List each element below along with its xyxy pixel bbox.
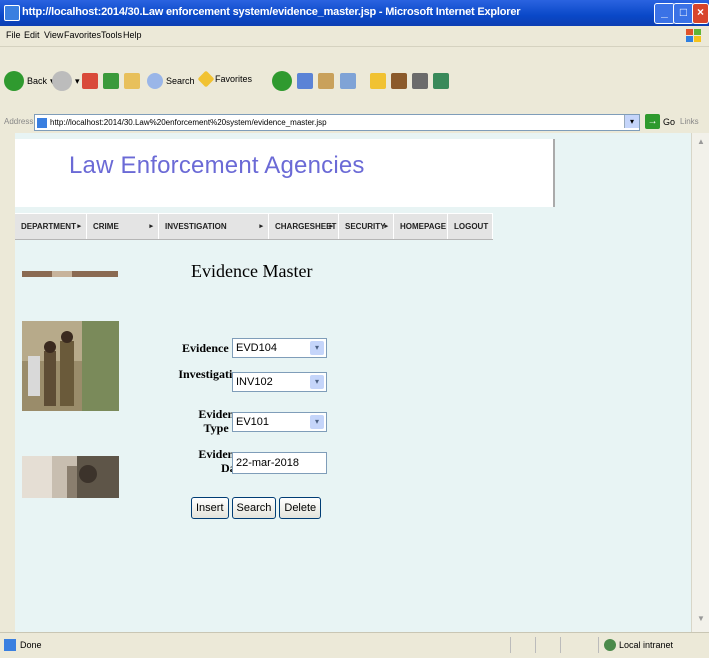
discuss-icon[interactable] <box>433 73 449 89</box>
home-icon[interactable] <box>124 73 140 89</box>
status-divider <box>510 637 511 653</box>
maximize-button[interactable]: □ <box>673 3 694 24</box>
police-officers-image <box>22 321 119 411</box>
evidence-type-select[interactable]: EV101 ▾ <box>232 412 327 432</box>
menu-view[interactable]: View <box>44 30 63 40</box>
menu-help[interactable]: Help <box>123 30 142 40</box>
menu-favorites[interactable]: Favorites <box>64 30 101 40</box>
local-intranet-icon <box>604 639 616 651</box>
nav-arrow-icon: ▸ <box>77 223 81 230</box>
menu-edit[interactable]: Edit <box>24 30 40 40</box>
print-icon[interactable] <box>318 73 334 89</box>
back-button[interactable]: Back▾ <box>4 71 55 91</box>
search-button[interactable]: Search <box>147 73 195 89</box>
nav-arrow-icon: ▸ <box>149 223 153 230</box>
favorites-button[interactable]: Favorites <box>197 70 252 88</box>
search-icon <box>147 73 163 89</box>
favorites-star-icon <box>197 70 215 88</box>
title-bar: http://localhost:2014/30.Law enforcement… <box>0 0 709 26</box>
mail-icon[interactable] <box>297 73 313 89</box>
close-button[interactable]: × <box>692 3 709 24</box>
nav-crime[interactable]: CRIME ▸ <box>87 214 159 239</box>
close-icon: × <box>696 5 704 19</box>
address-label: Address <box>4 117 34 126</box>
forward-button[interactable]: ▾ <box>52 71 80 91</box>
address-dropdown-icon[interactable]: ▾ <box>624 115 639 128</box>
folder-icon[interactable] <box>370 73 386 89</box>
investigation-id-select[interactable]: INV102 ▾ <box>232 372 327 392</box>
nav-arrow-icon: ▸ <box>259 223 263 230</box>
officer-portrait-image <box>22 456 119 498</box>
minimize-icon: _ <box>661 5 668 19</box>
banner-title: Law Enforcement Agencies <box>69 152 365 179</box>
nav-logout[interactable]: LOGOUT <box>448 214 493 239</box>
scroll-down-icon[interactable]: ▼ <box>695 614 707 628</box>
edit-icon[interactable] <box>340 73 356 89</box>
nav-security[interactable]: SECURITY ▸ <box>339 214 394 239</box>
page-icon <box>37 117 47 128</box>
left-frame <box>0 133 15 632</box>
menu-bar: File Edit View Favorites Tools Help <box>0 26 709 47</box>
windows-logo-icon <box>686 29 701 42</box>
page-content: Law Enforcement Agencies DEPARTMENT ▸ CRI… <box>15 133 691 632</box>
refresh-icon[interactable] <box>103 73 119 89</box>
minimize-button[interactable]: _ <box>654 3 675 24</box>
nav-department[interactable]: DEPARTMENT ▸ <box>15 214 87 239</box>
back-arrow-icon <box>4 71 24 91</box>
photo-strip-image <box>22 271 118 277</box>
page-title: Evidence Master <box>191 261 313 281</box>
nav-investigation[interactable]: INVESTIGATION ▸ <box>159 214 269 239</box>
go-button[interactable]: → Go <box>645 114 675 129</box>
main-navigation: DEPARTMENT ▸ CRIME ▸ INVESTIGATION ▸ CHARGE… <box>15 213 493 240</box>
status-text: Done <box>20 640 42 650</box>
status-divider <box>598 637 599 653</box>
messenger-icon[interactable] <box>412 73 428 89</box>
links-button[interactable]: Links <box>680 117 699 126</box>
stop-icon[interactable] <box>82 73 98 89</box>
status-divider <box>535 637 536 653</box>
scroll-up-icon[interactable]: ▲ <box>695 137 707 151</box>
address-input[interactable]: http://localhost:2014/30.Law%20enforceme… <box>34 114 640 131</box>
nav-arrow-icon: ▸ <box>384 223 388 230</box>
menu-tools[interactable]: Tools <box>101 30 122 40</box>
status-divider <box>560 637 561 653</box>
menu-file[interactable]: File <box>6 30 21 40</box>
nav-homepage[interactable]: HOMEPAGE <box>394 214 448 239</box>
chevron-down-icon: ▾ <box>310 341 324 355</box>
delete-button[interactable]: Delete <box>279 497 322 519</box>
chevron-down-icon: ▾ <box>310 375 324 389</box>
search-button[interactable]: Search <box>231 497 277 519</box>
insert-button[interactable]: Insert <box>191 497 229 519</box>
chevron-down-icon: ▾ <box>310 415 324 429</box>
evidence-date-input[interactable]: 22-mar-2018 <box>232 452 327 474</box>
nav-chargesheet[interactable]: CHARGESHEET ▸ <box>269 214 339 239</box>
evidence-id-select[interactable]: EVD104 ▾ <box>232 338 327 358</box>
nav-arrow-icon: ▸ <box>329 223 333 230</box>
status-bar: Done Local intranet <box>0 632 709 658</box>
maximize-icon: □ <box>679 5 688 19</box>
forward-arrow-icon <box>52 71 72 91</box>
research-icon[interactable] <box>391 73 407 89</box>
security-zone: Local intranet <box>619 640 674 650</box>
window-title: http://localhost:2014/30.Law enforcement… <box>22 6 521 18</box>
page-done-icon <box>4 639 16 651</box>
banner: Law Enforcement Agencies <box>15 139 555 207</box>
standard-toolbar: Back▾ ▾ Search Favorites <box>0 47 709 112</box>
vertical-scrollbar[interactable]: ▲ ▼ <box>691 133 709 632</box>
history-icon[interactable] <box>272 71 292 91</box>
form-actions: Insert Search Delete <box>191 497 322 519</box>
go-arrow-icon: → <box>645 114 660 129</box>
address-bar: Address http://localhost:2014/30.Law%20e… <box>0 111 709 134</box>
ie-icon <box>4 5 20 21</box>
